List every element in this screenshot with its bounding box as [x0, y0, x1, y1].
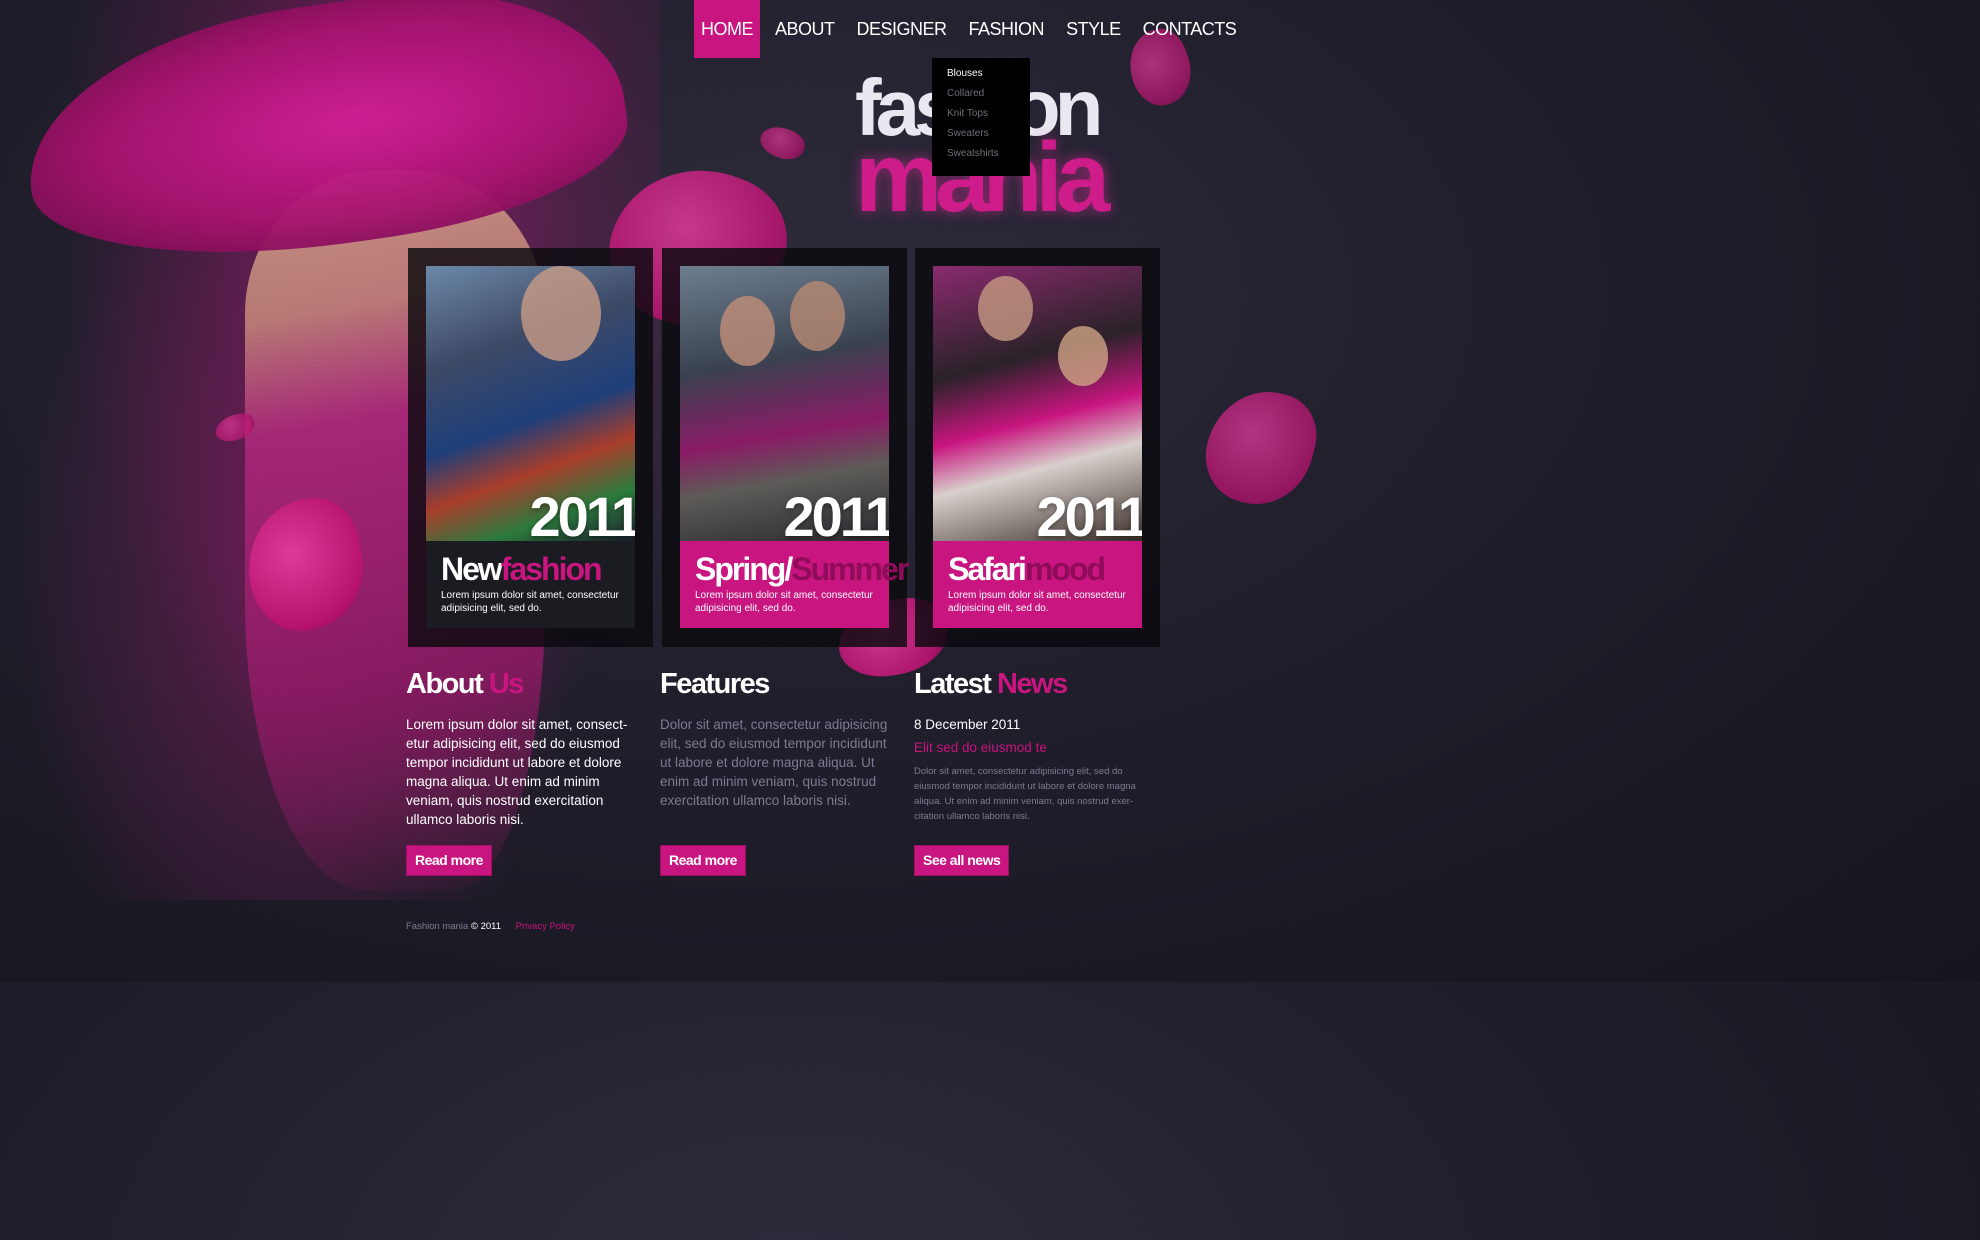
main-nav: HOME ABOUT DESIGNER FASHION STYLE CONTAC…	[694, 0, 1251, 58]
news-title-b: News	[996, 668, 1068, 700]
card-title-b: Summer	[791, 551, 909, 587]
nav-home[interactable]: HOME	[694, 0, 760, 58]
features-section: Features Dolor sit amet, consectetur adi…	[660, 665, 892, 810]
card-title: Safarimood	[948, 551, 1130, 587]
petal-decoration	[1194, 378, 1327, 517]
nav-designer[interactable]: DESIGNER	[850, 0, 954, 58]
card-photo: 2011	[680, 266, 889, 541]
dropdown-item-sweaters[interactable]: Sweaters	[947, 128, 1030, 148]
features-text: Dolor sit amet, consectetur adipisicing …	[660, 717, 888, 808]
footer: Fashion mania © 2011 Privacy Policy	[406, 921, 575, 932]
card-title-b: fashion	[500, 551, 603, 587]
features-read-more-button[interactable]: Read more	[660, 845, 746, 876]
promo-card-safari-mood[interactable]: 2011 Safarimood Lorem ipsum dolor sit am…	[915, 248, 1160, 647]
footer-copyright: © 2011	[470, 921, 502, 932]
footer-brand: Fashion mania	[406, 921, 469, 932]
about-title: About Us	[406, 665, 636, 705]
news-section: Latest News 8 December 2011 Elit sed do …	[914, 665, 1154, 824]
card-title: Newfashion	[441, 551, 623, 587]
card-text: Lorem ipsum dolor sit amet, consectetur …	[695, 590, 873, 614]
about-section: About Us Lorem ipsum dolor sit amet, con…	[406, 665, 636, 829]
card-caption: Safarimood Lorem ipsum dolor sit amet, c…	[933, 541, 1142, 628]
card-caption: Spring/Summer Lorem ipsum dolor sit amet…	[680, 541, 909, 628]
privacy-policy-link[interactable]: Privacy Policy	[516, 921, 575, 932]
news-title-a: Latest	[914, 668, 992, 700]
nav-fashion[interactable]: FASHION	[962, 0, 1052, 58]
fashion-dropdown-menu: Blouses Collared Knit Tops Sweaters Swea…	[932, 58, 1030, 176]
news-date: 8 December 2011	[914, 717, 1021, 732]
news-headline-link[interactable]: Elit sed do eiusmod te	[914, 740, 1154, 755]
card-caption: Newfashion Lorem ipsum dolor sit amet, c…	[426, 541, 635, 628]
petal-decoration	[755, 119, 810, 167]
nav-about[interactable]: ABOUT	[768, 0, 842, 58]
dropdown-item-sweatshirts[interactable]: Sweatshirts	[947, 148, 1030, 168]
dropdown-item-blouses[interactable]: Blouses	[947, 68, 1030, 88]
see-all-news-button[interactable]: See all news	[914, 845, 1010, 876]
card-year: 2011	[783, 485, 890, 541]
card-title: Spring/Summer	[695, 551, 909, 587]
card-title-a: New	[441, 551, 503, 587]
card-text: Lorem ipsum dolor sit amet, consectetur …	[948, 590, 1126, 614]
nav-contacts[interactable]: CONTACTS	[1136, 0, 1244, 58]
card-title-a: Safari	[948, 551, 1027, 587]
dropdown-item-knit-tops[interactable]: Knit Tops	[947, 108, 1030, 128]
about-title-a: About	[406, 668, 484, 700]
about-text: Lorem ipsum dolor sit amet, consect-etur…	[406, 717, 628, 827]
dropdown-item-collared[interactable]: Collared	[947, 88, 1030, 108]
card-title-a: Spring/	[695, 551, 793, 587]
about-title-b: Us	[488, 668, 525, 700]
nav-style[interactable]: STYLE	[1059, 0, 1128, 58]
promo-card-spring-summer[interactable]: 2011 Spring/Summer Lorem ipsum dolor sit…	[662, 248, 909, 647]
features-title: Features	[660, 668, 770, 700]
card-year: 2011	[529, 485, 636, 541]
card-photo: 2011	[933, 266, 1142, 541]
card-title-b: mood	[1024, 551, 1106, 587]
news-text: Dolor sit amet, consectetur adipisicing …	[914, 766, 1136, 822]
promo-card-new-fashion[interactable]: 2011 Newfashion Lorem ipsum dolor sit am…	[408, 248, 653, 647]
news-title: Latest News	[914, 665, 1154, 705]
about-read-more-button[interactable]: Read more	[406, 845, 492, 876]
card-text: Lorem ipsum dolor sit amet, consectetur …	[441, 590, 619, 614]
card-photo: 2011	[426, 266, 635, 541]
card-year: 2011	[1036, 485, 1143, 541]
